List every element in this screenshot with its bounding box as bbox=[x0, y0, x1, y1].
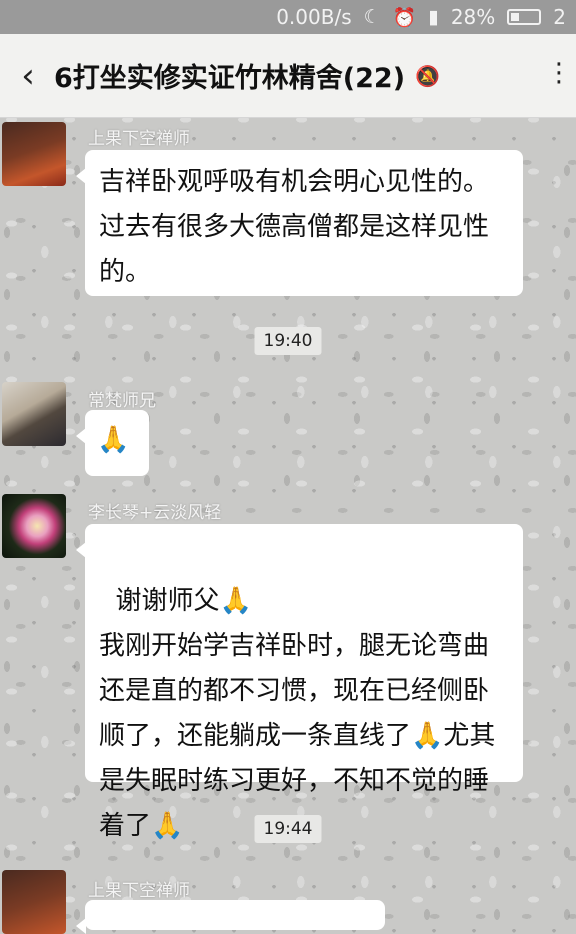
alarm-icon: ⏰ bbox=[392, 6, 417, 29]
message-bubble[interactable]: 谢谢师父🙏 我刚开始学吉祥卧时，腿无论弯曲还是直的都不习惯，现在已经侧卧顺了，还… bbox=[76, 524, 523, 841]
avatar[interactable] bbox=[2, 494, 66, 558]
message-bubble[interactable]: 🙏 bbox=[76, 410, 149, 476]
status-trailing: 2 bbox=[553, 5, 566, 29]
chat-header: ‹ 6打坐实修实证竹林精舍(22) 🔕 ⋮ bbox=[0, 34, 576, 118]
more-icon[interactable]: ⋮ bbox=[546, 58, 572, 88]
sender-name: 上果下空禅师 bbox=[88, 881, 190, 901]
mute-icon: 🔕 bbox=[415, 63, 440, 88]
avatar[interactable] bbox=[2, 382, 66, 446]
avatar[interactable] bbox=[2, 870, 66, 934]
moon-icon: ☾ bbox=[363, 6, 381, 28]
sender-name: 李长琴+云淡风轻 bbox=[88, 503, 222, 523]
timestamp: 19:44 bbox=[254, 815, 322, 843]
timestamp: 19:40 bbox=[254, 327, 322, 355]
battery-icon bbox=[507, 9, 542, 25]
message-text: 谢谢师父🙏 我刚开始学吉祥卧时，腿无论弯曲还是直的都不习惯，现在已经侧卧顺了，还… bbox=[99, 586, 496, 841]
battery-percent: 28% bbox=[450, 5, 496, 29]
message-bubble[interactable]: 吉祥卧观呼吸有机会明心见性的。过去有很多大德高僧都是这样见性的。 bbox=[76, 150, 523, 296]
message-bubble[interactable] bbox=[76, 900, 385, 934]
message-text: 🙏 bbox=[97, 425, 130, 455]
sender-name: 上果下空禅师 bbox=[88, 129, 190, 149]
message-text: 吉祥卧观呼吸有机会明心见性的。过去有很多大德高僧都是这样见性的。 bbox=[99, 167, 490, 287]
network-speed: 0.00B/s bbox=[276, 5, 352, 29]
sender-name: 常梵师兄 bbox=[88, 391, 156, 411]
status-bar: 0.00B/s ☾ ⏰ ▮ 28% 2 bbox=[0, 0, 576, 34]
chat-title: 6打坐实修实证竹林精舍(22) bbox=[54, 63, 406, 94]
avatar[interactable] bbox=[2, 122, 66, 186]
signal-icon: ▮ bbox=[428, 6, 439, 28]
back-icon[interactable]: ‹ bbox=[2, 59, 54, 93]
